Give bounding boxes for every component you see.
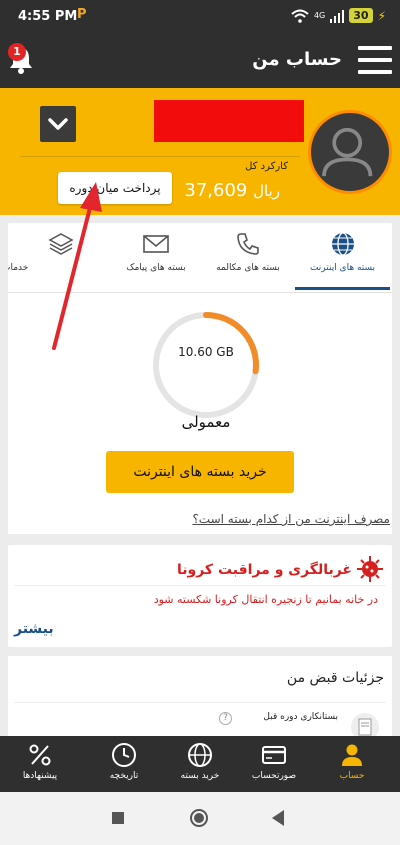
page-title: حساب من <box>252 49 342 70</box>
nav-label: حساب <box>339 771 365 781</box>
battery-icon: 30 <box>349 8 373 23</box>
chevron-down-icon <box>48 118 68 130</box>
account-header: کارکرد کل ریال 37,609 پرداخت میان دوره <box>0 88 400 215</box>
charging-icon: ⚡ <box>377 8 386 23</box>
layers-icon <box>48 233 74 255</box>
nav-billing[interactable]: صورتحساب <box>234 736 314 792</box>
signal-icon <box>330 9 345 23</box>
package-type-label: معمولی <box>181 413 231 431</box>
avatar[interactable] <box>308 110 392 194</box>
network-type: 4G <box>313 11 326 20</box>
bill-details-title: جزئیات قبض من <box>286 670 384 686</box>
total-usage-label: کارکرد کل <box>245 161 288 172</box>
phone-icon <box>237 233 259 255</box>
buy-internet-package-button[interactable]: خرید بسته های اینترنت <box>106 451 294 493</box>
corona-message: در خانه بمانیم تا زنجیره انتقال کرونا شک… <box>153 593 378 606</box>
package-tabs: بسته های اینترنت بسته های مکالمه بسته ها… <box>8 223 392 293</box>
packages-card: بسته های اینترنت بسته های مکالمه بسته ها… <box>8 223 392 534</box>
hamburger-menu-icon[interactable] <box>358 46 392 74</box>
tab-label: بسته های پیامک <box>126 263 186 273</box>
usage-value: 37,609 <box>184 180 248 201</box>
envelope-icon <box>143 235 169 253</box>
document-icon <box>351 713 379 736</box>
nav-label: تاریخچه <box>109 771 139 781</box>
tab-services[interactable]: خدمات <box>8 223 108 291</box>
redacted-phone-number <box>154 100 304 142</box>
nav-buy-package[interactable]: خرید بسته <box>160 736 240 792</box>
nav-history[interactable]: تاریخچه <box>84 736 164 792</box>
bottom-navigation: پیشنهادها تاریخچه خرید بسته صورتحساب حسا… <box>0 736 400 792</box>
bill-details-card[interactable]: جزئیات قبض من بستانکاری دوره قبل ? <box>8 656 392 736</box>
previous-credit-label: بستانکاری دوره قبل <box>263 712 338 722</box>
usage-currency: ریال <box>253 182 280 200</box>
divider <box>14 585 386 586</box>
recents-icon[interactable] <box>112 812 124 824</box>
status-bar: 4:55 PM P 4G 30 ⚡ <box>0 0 400 34</box>
globe-icon <box>188 743 212 767</box>
virus-icon <box>357 556 383 582</box>
app-bar: 1 حساب من <box>0 34 400 88</box>
header-divider <box>20 156 300 157</box>
account-dropdown-button[interactable] <box>40 106 76 142</box>
gauge-progress-arc <box>203 312 259 375</box>
data-remaining-gauge <box>153 312 259 418</box>
corona-title: غربالگری و مراقبت کرونا <box>177 562 352 578</box>
notification-badge: 1 <box>8 43 26 61</box>
nav-label: پیشنهادها <box>22 771 58 781</box>
user-icon <box>342 744 362 766</box>
mid-period-payment-button[interactable]: پرداخت میان دوره <box>58 172 172 204</box>
nav-account[interactable]: حساب <box>312 736 392 792</box>
tab-internet-packages[interactable]: بسته های اینترنت <box>295 223 390 291</box>
tab-label: بسته های اینترنت <box>309 263 376 273</box>
more-link[interactable]: بیشتر <box>14 621 54 637</box>
tab-label: بسته های مکالمه <box>216 263 280 273</box>
system-navigation-bar <box>0 792 400 845</box>
user-silhouette-icon <box>322 127 373 177</box>
carrier-p-icon: P <box>77 7 87 22</box>
nav-label: خرید بسته <box>180 771 220 781</box>
nav-label: صورتحساب <box>251 771 297 781</box>
percent-icon <box>29 744 51 766</box>
tab-label: خدمات <box>8 263 29 273</box>
tab-call-packages[interactable]: بسته های مکالمه <box>204 223 292 291</box>
wifi-icon <box>291 9 309 23</box>
status-time: 4:55 PM <box>18 9 78 24</box>
help-icon[interactable]: ? <box>219 712 232 725</box>
corona-card: غربالگری و مراقبت کرونا در خانه بمانیم ت… <box>8 545 392 647</box>
usage-source-link[interactable]: مصرف اینترنت من از کدام بسته است؟ <box>192 512 390 526</box>
divider <box>14 702 386 703</box>
data-remaining-value: 10.60 GB <box>178 345 234 359</box>
back-icon[interactable] <box>272 810 284 826</box>
globe-icon <box>331 232 354 256</box>
total-usage-amount: ریال 37,609 <box>184 180 280 201</box>
clock-icon <box>112 743 136 767</box>
active-tab-indicator <box>295 287 390 290</box>
notifications-button[interactable]: 1 <box>6 43 36 75</box>
tab-sms-packages[interactable]: بسته های پیامک <box>112 223 200 291</box>
home-icon[interactable] <box>190 809 208 827</box>
nav-offers[interactable]: پیشنهادها <box>0 736 80 792</box>
card-icon <box>262 746 286 764</box>
